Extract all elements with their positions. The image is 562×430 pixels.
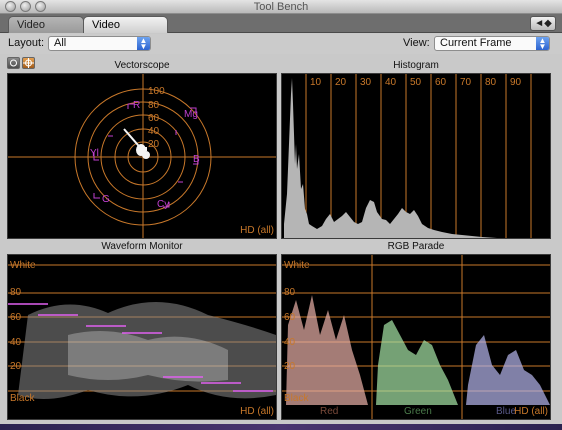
histogram-title: Histogram bbox=[393, 60, 439, 71]
ring-label-60: 60 bbox=[148, 113, 160, 124]
hist-tick-10: 10 bbox=[310, 77, 322, 88]
layout-select[interactable]: All ▲ ▼ bbox=[48, 36, 151, 51]
channel-label-red: Red bbox=[320, 406, 339, 417]
layout-select-value: All bbox=[54, 37, 67, 49]
waveform-graph bbox=[8, 264, 276, 399]
hist-tick-20: 20 bbox=[335, 77, 347, 88]
histogram-panel[interactable]: 10 20 30 40 50 60 70 80 90 bbox=[281, 73, 551, 239]
waveform-level-40: 40 bbox=[10, 337, 22, 348]
parade-level-80: 80 bbox=[284, 287, 296, 298]
view-label: View: bbox=[403, 37, 430, 49]
target-g: G bbox=[102, 194, 110, 205]
updown-arrows-icon: ▲ ▼ bbox=[536, 37, 549, 51]
rgb-parade-graph bbox=[282, 255, 550, 419]
parade-level-20: 20 bbox=[284, 361, 296, 372]
waveform-level-black: Black bbox=[10, 393, 35, 404]
tab-video-scopes-2[interactable]: Video Scopes 2 bbox=[83, 16, 168, 47]
vectorscope-title: Vectorscope bbox=[114, 60, 170, 71]
hist-tick-80: 80 bbox=[485, 77, 497, 88]
vectorscope-panel[interactable]: 100 80 60 40 20 R Mg B Cy G Yl HD (all) bbox=[7, 73, 277, 239]
target-b: B bbox=[193, 154, 200, 165]
waveform-level-80: 80 bbox=[10, 287, 22, 298]
vectorscope-graticule bbox=[8, 74, 276, 238]
channel-label-blue: Blue bbox=[496, 406, 517, 417]
waveform-level-white: White bbox=[10, 260, 36, 271]
rgb-parade-panel[interactable]: White 80 60 40 20 Black Red Green Blue H… bbox=[281, 254, 551, 420]
waveform-level-60: 60 bbox=[10, 312, 22, 323]
hist-tick-50: 50 bbox=[410, 77, 422, 88]
view-select[interactable]: Current Frame ▲ ▼ bbox=[434, 36, 550, 51]
view-select-value: Current Frame bbox=[440, 37, 512, 49]
speaker-icon: ◄◆ bbox=[534, 18, 552, 29]
parade-level-white: White bbox=[284, 260, 310, 271]
tool-bench-window: Tool Bench Video Scopes Video Scopes 2 ◄… bbox=[0, 0, 562, 424]
waveform-level-20: 20 bbox=[10, 361, 22, 372]
waveform-mode: HD (all) bbox=[240, 406, 274, 417]
hist-tick-30: 30 bbox=[360, 77, 372, 88]
ring-label-100: 100 bbox=[148, 86, 165, 97]
target-mg: Mg bbox=[184, 109, 198, 120]
waveform-panel[interactable]: White 80 60 40 20 Black HD (all) bbox=[7, 254, 277, 420]
ring-label-40: 40 bbox=[148, 126, 160, 137]
title-bar: Tool Bench bbox=[0, 0, 562, 14]
rgb-parade-mode: HD (all) bbox=[514, 406, 548, 417]
hist-tick-40: 40 bbox=[385, 77, 397, 88]
waveform-title: Waveform Monitor bbox=[101, 241, 183, 252]
vectorscope-mode: HD (all) bbox=[240, 225, 274, 236]
histogram-graph bbox=[284, 74, 532, 238]
channel-label-green: Green bbox=[404, 406, 432, 417]
parade-level-60: 60 bbox=[284, 312, 296, 323]
updown-arrows-icon: ▲ ▼ bbox=[137, 37, 150, 51]
hist-tick-90: 90 bbox=[510, 77, 522, 88]
desktop-background bbox=[0, 424, 562, 430]
target-cy: Cy bbox=[157, 199, 170, 210]
speaker-menu-button[interactable]: ◄◆ bbox=[530, 16, 556, 31]
hist-tick-60: 60 bbox=[435, 77, 447, 88]
tab-video-scopes[interactable]: Video Scopes bbox=[8, 16, 84, 47]
ring-label-80: 80 bbox=[148, 100, 160, 111]
scope-toolbar: Layout: All ▲ ▼ View: Current Frame ▲ ▼ bbox=[0, 34, 562, 54]
parade-level-40: 40 bbox=[284, 337, 296, 348]
window-title: Tool Bench bbox=[253, 1, 309, 13]
parade-level-black: Black bbox=[284, 393, 309, 404]
hist-tick-70: 70 bbox=[460, 77, 472, 88]
target-yl: Yl bbox=[90, 148, 99, 159]
target-r: R bbox=[133, 100, 141, 111]
rgb-parade-title: RGB Parade bbox=[387, 241, 445, 252]
tab-bar: Video Scopes Video Scopes 2 ◄◆ bbox=[0, 14, 562, 47]
ring-label-20: 20 bbox=[148, 139, 160, 150]
layout-label: Layout: bbox=[8, 37, 45, 49]
